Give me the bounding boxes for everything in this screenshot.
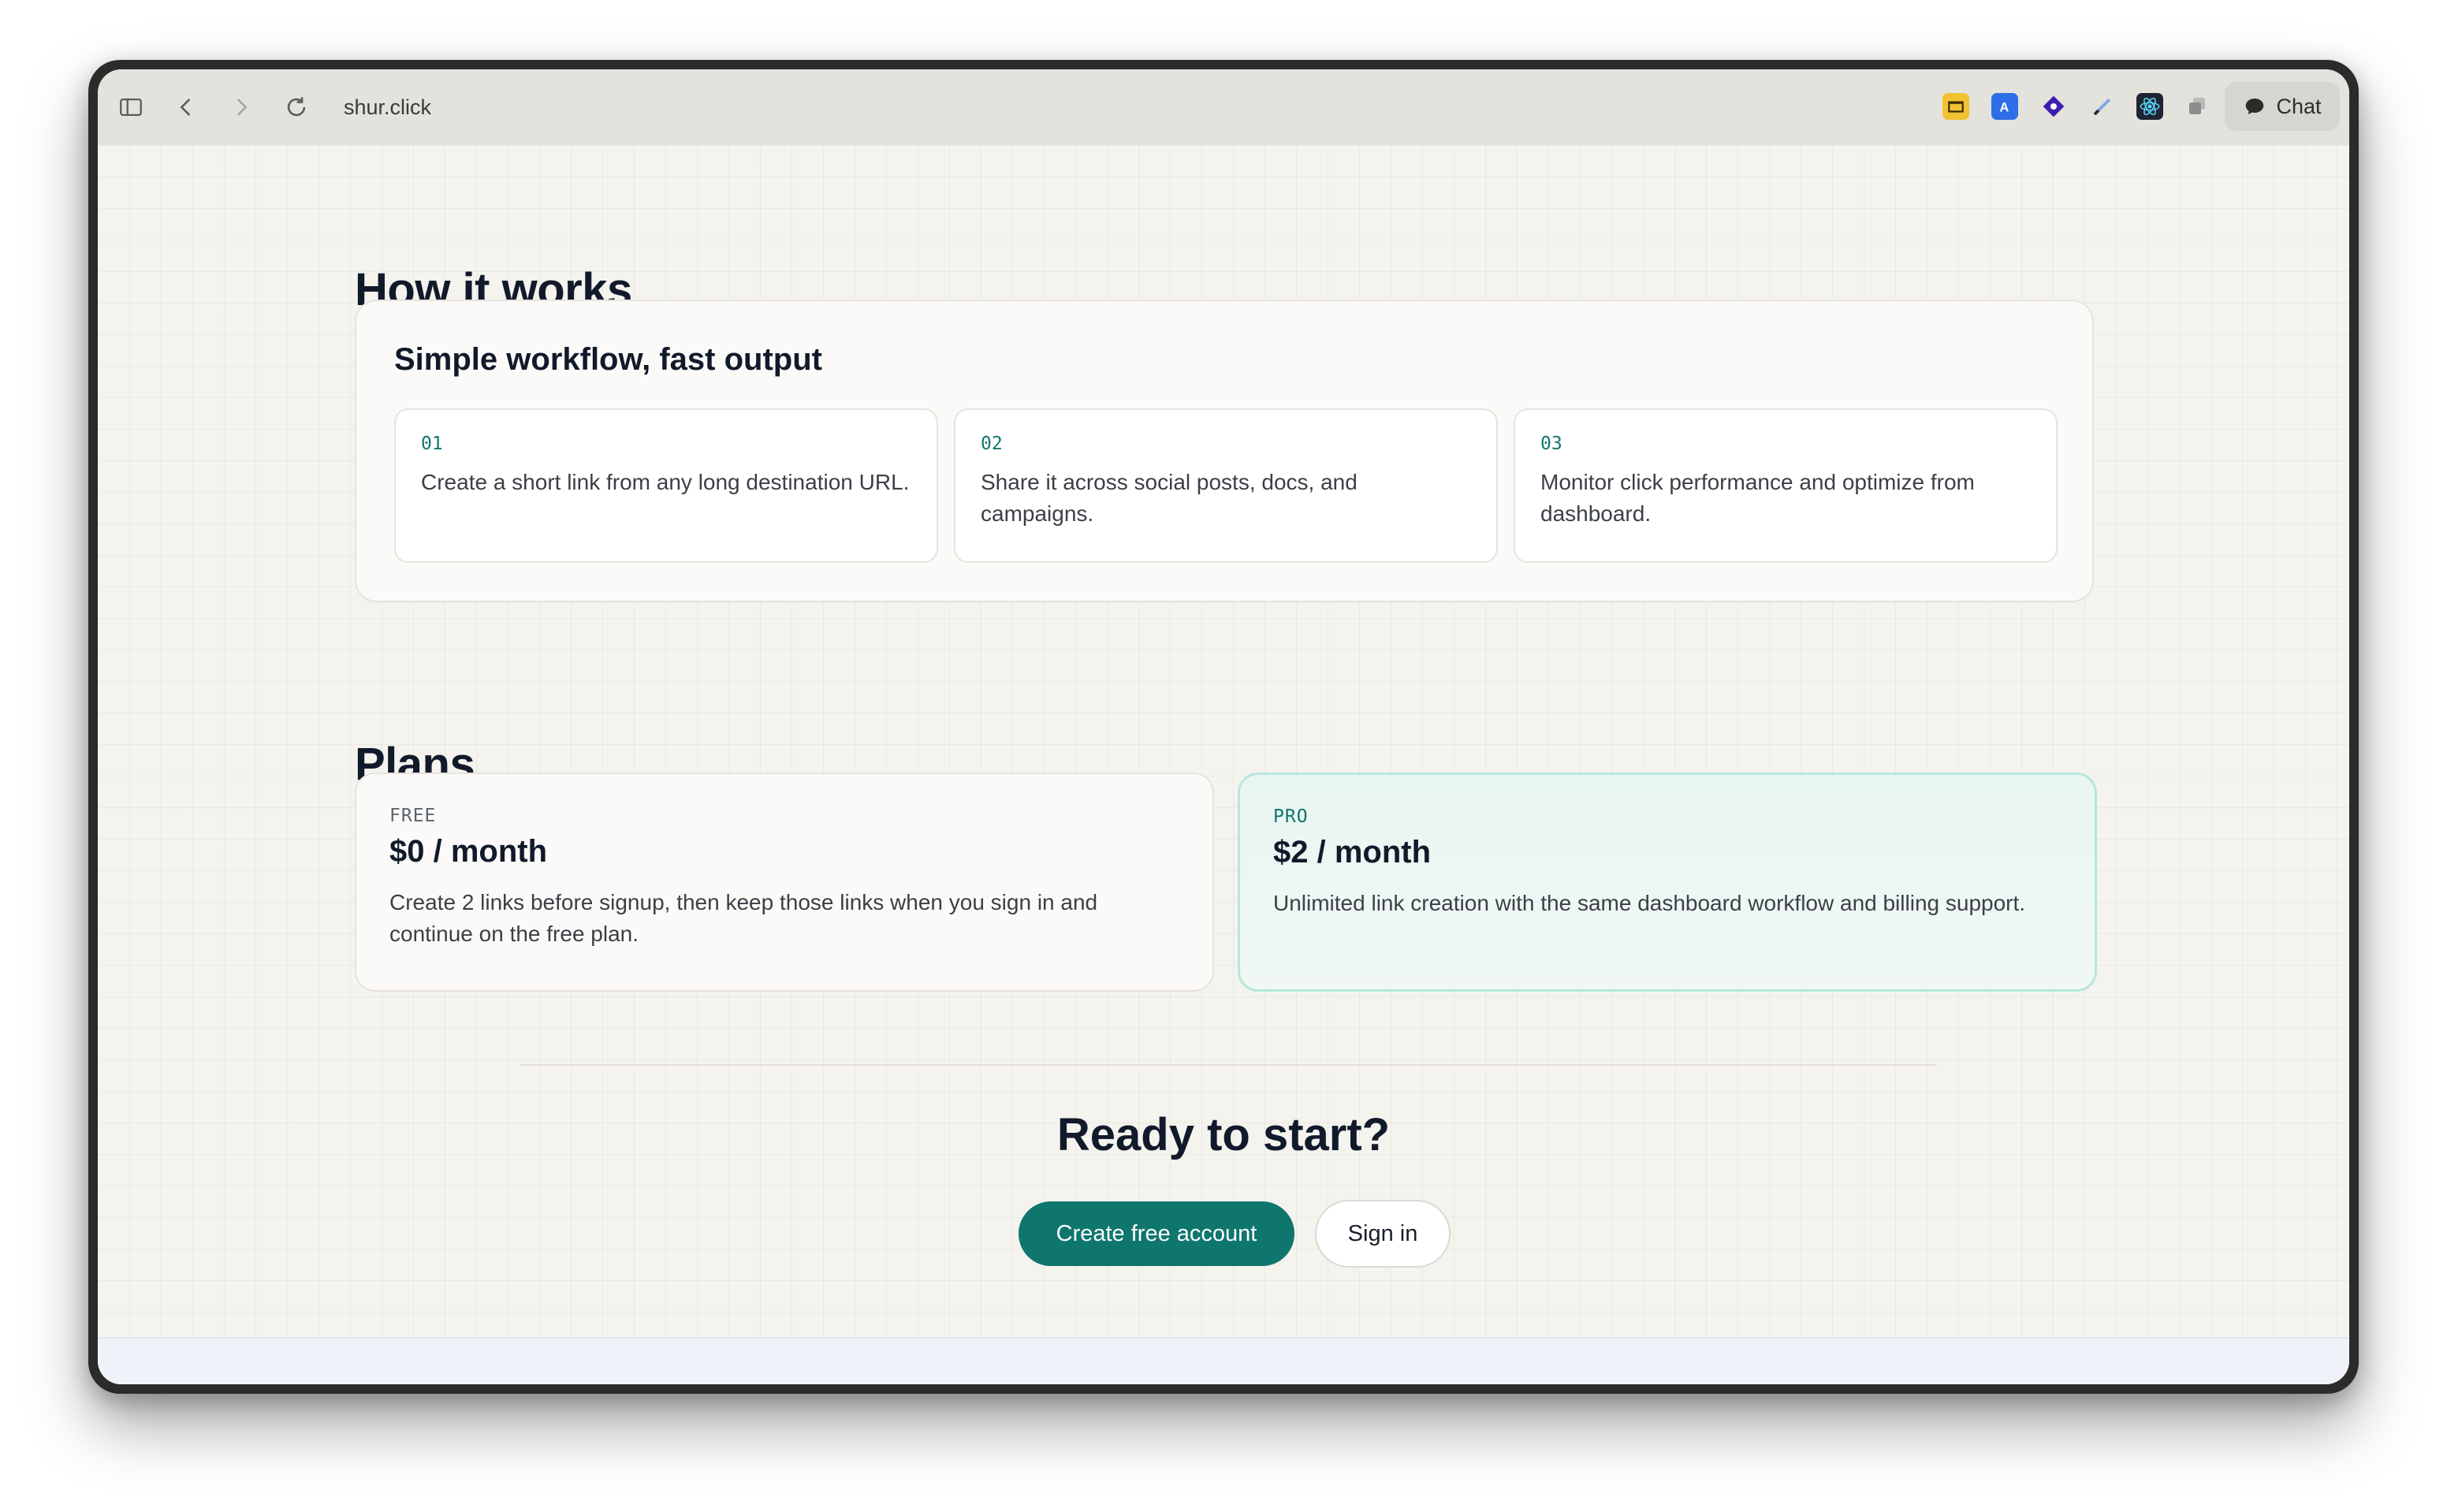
create-account-button[interactable]: Create free account xyxy=(1019,1201,1294,1266)
browser-toolbar: shur.click A Chat xyxy=(98,69,2349,145)
page-content: How it works Simple workflow, fast outpu… xyxy=(98,145,2349,1384)
workflow-card-title: Simple workflow, fast output xyxy=(394,342,822,377)
step-description: Share it across social posts, docs, and … xyxy=(981,470,1358,526)
section-divider xyxy=(520,1064,1936,1066)
translate-extension-icon[interactable]: A xyxy=(1991,93,2018,120)
reload-icon[interactable] xyxy=(282,93,311,121)
step-card: 03 Monitor click performance and optimiz… xyxy=(1514,408,2058,563)
plan-description: Create 2 links before signup, then keep … xyxy=(389,890,1098,946)
pro-plan-card: PRO $2 / month Unlimited link creation w… xyxy=(1238,773,2097,992)
step-card: 02 Share it across social posts, docs, a… xyxy=(954,408,1498,563)
step-card: 01 Create a short link from any long des… xyxy=(394,408,938,563)
step-description: Create a short link from any long destin… xyxy=(421,470,910,494)
plan-description: Unlimited link creation with the same da… xyxy=(1273,891,2026,915)
back-icon[interactable] xyxy=(172,93,200,121)
chat-button[interactable]: Chat xyxy=(2225,82,2340,131)
folder-extension-icon[interactable] xyxy=(1942,93,1969,120)
stack-extension-icon[interactable] xyxy=(2184,93,2210,120)
step-number: 03 xyxy=(1540,434,1562,454)
address-bar[interactable]: shur.click xyxy=(344,91,431,123)
step-number: 01 xyxy=(421,434,443,454)
step-description: Monitor click performance and optimize f… xyxy=(1540,470,1975,526)
forward-icon[interactable] xyxy=(227,93,255,121)
workflow-card: Simple workflow, fast output 01 Create a… xyxy=(355,300,2094,602)
chat-label: Chat xyxy=(2276,94,2322,118)
pen-extension-icon[interactable] xyxy=(2089,93,2116,120)
sidebar-toggle-icon[interactable] xyxy=(117,93,145,121)
plan-price: $2 / month xyxy=(1273,835,1432,870)
react-devtools-icon[interactable] xyxy=(2136,93,2163,120)
step-number: 02 xyxy=(981,434,1003,454)
plan-price: $0 / month xyxy=(389,834,548,869)
browser-screen: shur.click A Chat How it works Simple wo… xyxy=(98,69,2349,1384)
diamond-extension-icon[interactable] xyxy=(2040,93,2067,120)
browser-window: shur.click A Chat How it works Simple wo… xyxy=(88,60,2359,1394)
plan-tier: PRO xyxy=(1273,806,1309,827)
cta-heading: Ready to start? xyxy=(1056,1109,1391,1160)
plan-tier: FREE xyxy=(389,806,437,826)
svg-text:A: A xyxy=(2000,101,2009,115)
footer-strip xyxy=(98,1337,2349,1384)
chat-bubble-icon xyxy=(2246,99,2264,114)
sign-in-button[interactable]: Sign in xyxy=(1315,1200,1451,1268)
free-plan-card: FREE $0 / month Create 2 links before si… xyxy=(355,773,1214,992)
